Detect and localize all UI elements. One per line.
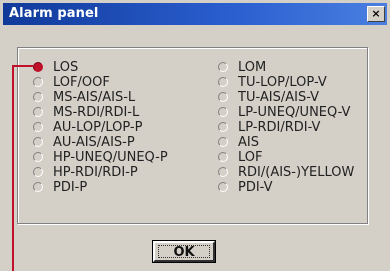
radio-unchecked-icon[interactable]: [33, 182, 43, 192]
radio-unchecked-icon[interactable]: [33, 77, 43, 87]
radio-unchecked-icon[interactable]: [33, 137, 43, 147]
radio-unchecked-icon[interactable]: [218, 92, 228, 102]
alarm-option-label: PDI-P: [53, 180, 88, 195]
alarm-option-label: PDI-V: [238, 180, 273, 195]
radio-checked-icon[interactable]: [33, 62, 43, 72]
radio-unchecked-icon[interactable]: [218, 182, 228, 192]
radio-unchecked-icon[interactable]: [33, 92, 43, 102]
alarm-option-label: TU-AIS/AIS-V: [238, 90, 320, 105]
selection-indicator-lead: [12, 65, 14, 271]
alarm-option-label: MS-RDI/RDI-L: [53, 105, 140, 120]
alarm-option-label: AU-AIS/AIS-P: [53, 135, 135, 150]
radio-unchecked-icon[interactable]: [218, 152, 228, 162]
radio-unchecked-icon[interactable]: [33, 167, 43, 177]
radio-unchecked-icon[interactable]: [33, 107, 43, 117]
window-title: Alarm panel: [9, 6, 99, 21]
alarm-option-label: HP-RDI/RDI-P: [53, 165, 138, 180]
alarm-option-label: LOS: [53, 60, 79, 75]
title-bar[interactable]: Alarm panel ×: [3, 3, 387, 25]
alarm-option-label: MS-AIS/AIS-L: [53, 90, 136, 105]
alarm-option-label: AIS: [238, 135, 259, 150]
alarm-option-label: LP-UNEQ/UNEQ-V: [238, 105, 351, 120]
radio-unchecked-icon[interactable]: [33, 152, 43, 162]
alarm-option-label: LOF/OOF: [53, 75, 110, 90]
radio-unchecked-icon[interactable]: [218, 77, 228, 87]
radio-unchecked-icon[interactable]: [218, 62, 228, 72]
alarm-option-label: LOF: [238, 150, 263, 165]
alarm-option-label: LP-RDI/RDI-V: [238, 120, 321, 135]
alarm-panel-window: Alarm panel × LOS LOF/OOF MS-AIS/AIS-L MS-R…: [0, 0, 390, 271]
alarm-option-label: TU-LOP/LOP-V: [238, 75, 327, 90]
radio-unchecked-icon[interactable]: [218, 122, 228, 132]
radio-unchecked-icon[interactable]: [218, 137, 228, 147]
alarm-option-label: LOM: [238, 60, 267, 75]
selection-indicator-line: [12, 65, 33, 67]
ok-button[interactable]: OK: [152, 240, 216, 263]
alarm-option-label: AU-LOP/LOP-P: [53, 120, 143, 135]
alarm-option-label: HP-UNEQ/UNEQ-P: [53, 150, 168, 165]
radio-unchecked-icon[interactable]: [218, 107, 228, 117]
radio-unchecked-icon[interactable]: [33, 122, 43, 132]
radio-unchecked-icon[interactable]: [218, 167, 228, 177]
alarm-option-label: RDI/(AIS-)YELLOW: [238, 165, 355, 180]
ok-button-label: OK: [158, 245, 210, 259]
close-button[interactable]: ×: [367, 6, 385, 22]
close-icon: ×: [371, 7, 381, 20]
